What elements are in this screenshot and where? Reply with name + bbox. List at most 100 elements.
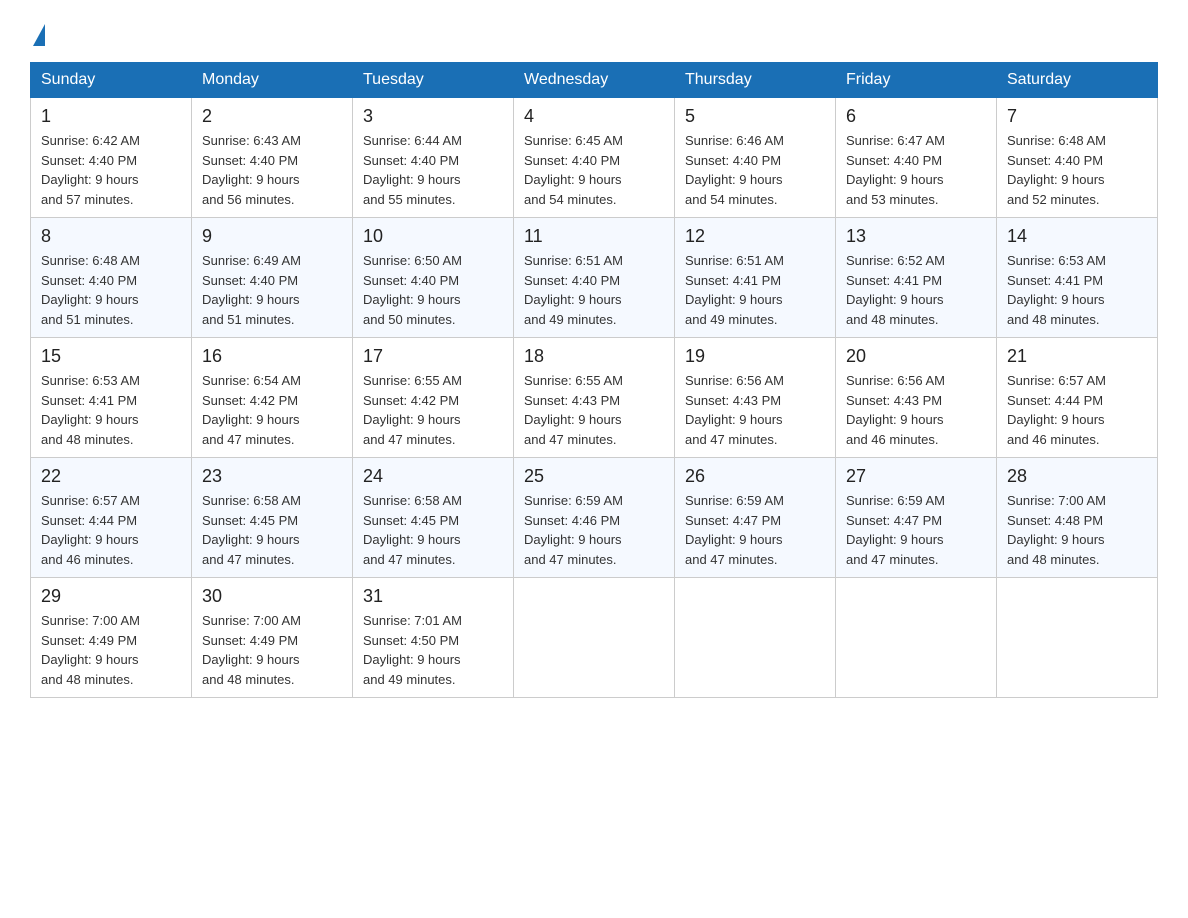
calendar-cell: 30 Sunrise: 7:00 AM Sunset: 4:49 PM Dayl… — [192, 578, 353, 698]
calendar-cell: 7 Sunrise: 6:48 AM Sunset: 4:40 PM Dayli… — [997, 98, 1158, 218]
day-info: Sunrise: 6:53 AM Sunset: 4:41 PM Dayligh… — [1007, 251, 1147, 329]
day-number: 30 — [202, 586, 342, 607]
logo — [30, 20, 45, 42]
day-info: Sunrise: 6:55 AM Sunset: 4:42 PM Dayligh… — [363, 371, 503, 449]
calendar-week-row: 1 Sunrise: 6:42 AM Sunset: 4:40 PM Dayli… — [31, 98, 1158, 218]
day-info: Sunrise: 6:56 AM Sunset: 4:43 PM Dayligh… — [685, 371, 825, 449]
day-info: Sunrise: 6:50 AM Sunset: 4:40 PM Dayligh… — [363, 251, 503, 329]
day-number: 1 — [41, 106, 181, 127]
day-number: 26 — [685, 466, 825, 487]
day-number: 14 — [1007, 226, 1147, 247]
calendar-cell: 18 Sunrise: 6:55 AM Sunset: 4:43 PM Dayl… — [514, 338, 675, 458]
day-info: Sunrise: 6:45 AM Sunset: 4:40 PM Dayligh… — [524, 131, 664, 209]
calendar-week-row: 29 Sunrise: 7:00 AM Sunset: 4:49 PM Dayl… — [31, 578, 1158, 698]
header-cell-friday: Friday — [836, 63, 997, 98]
day-info: Sunrise: 6:44 AM Sunset: 4:40 PM Dayligh… — [363, 131, 503, 209]
calendar-cell: 23 Sunrise: 6:58 AM Sunset: 4:45 PM Dayl… — [192, 458, 353, 578]
day-info: Sunrise: 6:55 AM Sunset: 4:43 PM Dayligh… — [524, 371, 664, 449]
calendar-cell — [836, 578, 997, 698]
calendar-cell: 22 Sunrise: 6:57 AM Sunset: 4:44 PM Dayl… — [31, 458, 192, 578]
day-info: Sunrise: 6:56 AM Sunset: 4:43 PM Dayligh… — [846, 371, 986, 449]
calendar-cell: 5 Sunrise: 6:46 AM Sunset: 4:40 PM Dayli… — [675, 98, 836, 218]
day-number: 8 — [41, 226, 181, 247]
day-number: 4 — [524, 106, 664, 127]
header-cell-monday: Monday — [192, 63, 353, 98]
day-info: Sunrise: 6:46 AM Sunset: 4:40 PM Dayligh… — [685, 131, 825, 209]
page-header — [30, 20, 1158, 42]
calendar-cell: 25 Sunrise: 6:59 AM Sunset: 4:46 PM Dayl… — [514, 458, 675, 578]
day-number: 3 — [363, 106, 503, 127]
calendar-header: SundayMondayTuesdayWednesdayThursdayFrid… — [31, 63, 1158, 98]
day-info: Sunrise: 6:48 AM Sunset: 4:40 PM Dayligh… — [41, 251, 181, 329]
calendar-cell — [997, 578, 1158, 698]
day-number: 11 — [524, 226, 664, 247]
day-number: 13 — [846, 226, 986, 247]
calendar-cell — [514, 578, 675, 698]
day-number: 21 — [1007, 346, 1147, 367]
day-number: 24 — [363, 466, 503, 487]
calendar-body: 1 Sunrise: 6:42 AM Sunset: 4:40 PM Dayli… — [31, 98, 1158, 698]
calendar-cell: 1 Sunrise: 6:42 AM Sunset: 4:40 PM Dayli… — [31, 98, 192, 218]
day-info: Sunrise: 6:59 AM Sunset: 4:47 PM Dayligh… — [846, 491, 986, 569]
calendar-cell: 27 Sunrise: 6:59 AM Sunset: 4:47 PM Dayl… — [836, 458, 997, 578]
day-info: Sunrise: 6:48 AM Sunset: 4:40 PM Dayligh… — [1007, 131, 1147, 209]
day-number: 23 — [202, 466, 342, 487]
calendar-cell: 8 Sunrise: 6:48 AM Sunset: 4:40 PM Dayli… — [31, 218, 192, 338]
day-info: Sunrise: 6:51 AM Sunset: 4:40 PM Dayligh… — [524, 251, 664, 329]
day-number: 19 — [685, 346, 825, 367]
calendar-week-row: 22 Sunrise: 6:57 AM Sunset: 4:44 PM Dayl… — [31, 458, 1158, 578]
calendar-cell: 3 Sunrise: 6:44 AM Sunset: 4:40 PM Dayli… — [353, 98, 514, 218]
day-info: Sunrise: 6:47 AM Sunset: 4:40 PM Dayligh… — [846, 131, 986, 209]
day-info: Sunrise: 6:54 AM Sunset: 4:42 PM Dayligh… — [202, 371, 342, 449]
calendar-cell: 12 Sunrise: 6:51 AM Sunset: 4:41 PM Dayl… — [675, 218, 836, 338]
calendar-cell: 28 Sunrise: 7:00 AM Sunset: 4:48 PM Dayl… — [997, 458, 1158, 578]
day-number: 2 — [202, 106, 342, 127]
day-info: Sunrise: 6:43 AM Sunset: 4:40 PM Dayligh… — [202, 131, 342, 209]
day-number: 5 — [685, 106, 825, 127]
header-cell-thursday: Thursday — [675, 63, 836, 98]
header-cell-sunday: Sunday — [31, 63, 192, 98]
header-row: SundayMondayTuesdayWednesdayThursdayFrid… — [31, 63, 1158, 98]
calendar-cell: 2 Sunrise: 6:43 AM Sunset: 4:40 PM Dayli… — [192, 98, 353, 218]
calendar-table: SundayMondayTuesdayWednesdayThursdayFrid… — [30, 62, 1158, 698]
calendar-cell: 9 Sunrise: 6:49 AM Sunset: 4:40 PM Dayli… — [192, 218, 353, 338]
calendar-cell — [675, 578, 836, 698]
calendar-cell: 19 Sunrise: 6:56 AM Sunset: 4:43 PM Dayl… — [675, 338, 836, 458]
day-info: Sunrise: 7:00 AM Sunset: 4:48 PM Dayligh… — [1007, 491, 1147, 569]
day-number: 31 — [363, 586, 503, 607]
calendar-cell: 4 Sunrise: 6:45 AM Sunset: 4:40 PM Dayli… — [514, 98, 675, 218]
day-info: Sunrise: 7:00 AM Sunset: 4:49 PM Dayligh… — [202, 611, 342, 689]
header-cell-saturday: Saturday — [997, 63, 1158, 98]
calendar-cell: 31 Sunrise: 7:01 AM Sunset: 4:50 PM Dayl… — [353, 578, 514, 698]
calendar-cell: 29 Sunrise: 7:00 AM Sunset: 4:49 PM Dayl… — [31, 578, 192, 698]
calendar-cell: 11 Sunrise: 6:51 AM Sunset: 4:40 PM Dayl… — [514, 218, 675, 338]
calendar-cell: 10 Sunrise: 6:50 AM Sunset: 4:40 PM Dayl… — [353, 218, 514, 338]
day-number: 12 — [685, 226, 825, 247]
day-number: 7 — [1007, 106, 1147, 127]
day-info: Sunrise: 6:57 AM Sunset: 4:44 PM Dayligh… — [41, 491, 181, 569]
calendar-cell: 15 Sunrise: 6:53 AM Sunset: 4:41 PM Dayl… — [31, 338, 192, 458]
calendar-cell: 24 Sunrise: 6:58 AM Sunset: 4:45 PM Dayl… — [353, 458, 514, 578]
day-number: 22 — [41, 466, 181, 487]
day-number: 6 — [846, 106, 986, 127]
day-info: Sunrise: 6:53 AM Sunset: 4:41 PM Dayligh… — [41, 371, 181, 449]
calendar-cell: 6 Sunrise: 6:47 AM Sunset: 4:40 PM Dayli… — [836, 98, 997, 218]
calendar-cell: 17 Sunrise: 6:55 AM Sunset: 4:42 PM Dayl… — [353, 338, 514, 458]
day-info: Sunrise: 6:49 AM Sunset: 4:40 PM Dayligh… — [202, 251, 342, 329]
calendar-week-row: 8 Sunrise: 6:48 AM Sunset: 4:40 PM Dayli… — [31, 218, 1158, 338]
day-info: Sunrise: 6:59 AM Sunset: 4:46 PM Dayligh… — [524, 491, 664, 569]
day-number: 20 — [846, 346, 986, 367]
day-number: 29 — [41, 586, 181, 607]
calendar-cell: 14 Sunrise: 6:53 AM Sunset: 4:41 PM Dayl… — [997, 218, 1158, 338]
day-number: 27 — [846, 466, 986, 487]
day-number: 17 — [363, 346, 503, 367]
calendar-cell: 13 Sunrise: 6:52 AM Sunset: 4:41 PM Dayl… — [836, 218, 997, 338]
day-info: Sunrise: 7:00 AM Sunset: 4:49 PM Dayligh… — [41, 611, 181, 689]
calendar-cell: 26 Sunrise: 6:59 AM Sunset: 4:47 PM Dayl… — [675, 458, 836, 578]
calendar-cell: 20 Sunrise: 6:56 AM Sunset: 4:43 PM Dayl… — [836, 338, 997, 458]
day-number: 25 — [524, 466, 664, 487]
calendar-week-row: 15 Sunrise: 6:53 AM Sunset: 4:41 PM Dayl… — [31, 338, 1158, 458]
day-info: Sunrise: 6:51 AM Sunset: 4:41 PM Dayligh… — [685, 251, 825, 329]
day-number: 28 — [1007, 466, 1147, 487]
day-number: 15 — [41, 346, 181, 367]
